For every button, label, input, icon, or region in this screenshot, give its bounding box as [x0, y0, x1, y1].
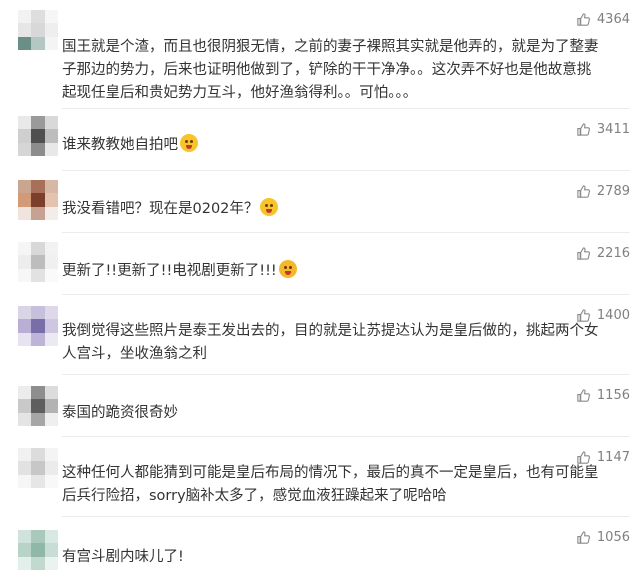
divider — [62, 294, 630, 295]
divider — [62, 516, 630, 517]
comment-text: 我没看错吧？现在是0202年？ — [62, 198, 600, 221]
comment-text: 谁来教教她自拍吧 — [62, 134, 600, 157]
avatar[interactable] — [18, 530, 58, 570]
thumbs-up-icon — [577, 531, 590, 544]
comment-text: 更新了!!更新了!!电视剧更新了!!! — [62, 260, 600, 283]
comment-text: 我倒觉得这些照片是泰王发出去的，目的就是让苏提达认为是皇后做的，挑起两个女人宫斗… — [62, 320, 600, 366]
like-count: 1400 — [596, 308, 630, 323]
comment-text: 这种任何人都能猜到可能是皇后布局的情况下，最后的真不一定是皇后，也有可能皇后兵行… — [62, 462, 600, 508]
thumbs-up-icon — [577, 13, 590, 26]
flushed-emoji — [260, 198, 279, 216]
like-count: 4364 — [596, 12, 630, 27]
like-button[interactable]: 1056 — [576, 530, 630, 545]
comment-body: 泰国的跪资很奇妙 — [62, 405, 178, 421]
like-count: 1147 — [596, 450, 630, 465]
divider — [62, 232, 630, 233]
thumbs-up-icon — [577, 185, 590, 198]
avatar[interactable] — [18, 116, 58, 156]
comment-body: 国王就是个渣，而且也很阴狠无情，之前的妻子裸照其实就是他弄的，就是为了整妻子那边… — [62, 39, 599, 101]
comment-body: 这种任何人都能猜到可能是皇后布局的情况下，最后的真不一定是皇后，也有可能皇后兵行… — [62, 465, 599, 504]
like-count: 3411 — [596, 122, 630, 137]
like-count: 1056 — [596, 530, 630, 545]
like-button[interactable]: 2789 — [576, 184, 630, 199]
comment-text: 泰国的跪资很奇妙 — [62, 402, 600, 425]
avatar[interactable] — [18, 10, 58, 50]
like-count: 2216 — [596, 246, 630, 261]
avatar[interactable] — [18, 180, 58, 220]
divider — [62, 374, 630, 375]
like-button[interactable]: 1400 — [576, 308, 630, 323]
like-count: 1156 — [596, 388, 630, 403]
comment-body: 谁来教教她自拍吧 — [62, 137, 178, 153]
avatar[interactable] — [18, 306, 58, 346]
comment-text: 国王就是个渣，而且也很阴狠无情，之前的妻子裸照其实就是他弄的，就是为了整妻子那边… — [62, 36, 600, 105]
like-button[interactable]: 1156 — [576, 388, 630, 403]
flushed-emoji — [180, 134, 198, 152]
thumbs-up-icon — [577, 309, 590, 322]
thumbs-up-icon — [577, 451, 590, 464]
thumbs-up-icon — [577, 247, 590, 260]
comment-text: 有宫斗剧内味儿了! — [62, 546, 600, 569]
like-button[interactable]: 4364 — [576, 12, 630, 27]
comment-body: 更新了!!更新了!!电视剧更新了!!! — [62, 263, 277, 279]
thumbs-up-icon — [577, 123, 590, 136]
divider — [62, 170, 630, 171]
avatar[interactable] — [18, 242, 58, 282]
divider — [62, 436, 630, 437]
comment-body: 我倒觉得这些照片是泰王发出去的，目的就是让苏提达认为是皇后做的，挑起两个女人宫斗… — [62, 323, 599, 362]
like-button[interactable]: 1147 — [576, 450, 630, 465]
like-button[interactable]: 3411 — [576, 122, 630, 137]
thumbs-up-icon — [577, 389, 590, 402]
like-button[interactable]: 2216 — [576, 246, 630, 261]
dizzy-emoji — [278, 260, 297, 278]
avatar[interactable] — [18, 448, 58, 488]
like-count: 2789 — [596, 184, 630, 199]
comment-body: 有宫斗剧内味儿了! — [62, 549, 184, 565]
avatar[interactable] — [18, 386, 58, 426]
divider — [62, 108, 630, 109]
comment-body: 我没看错吧？现在是0202年？ — [62, 201, 259, 217]
